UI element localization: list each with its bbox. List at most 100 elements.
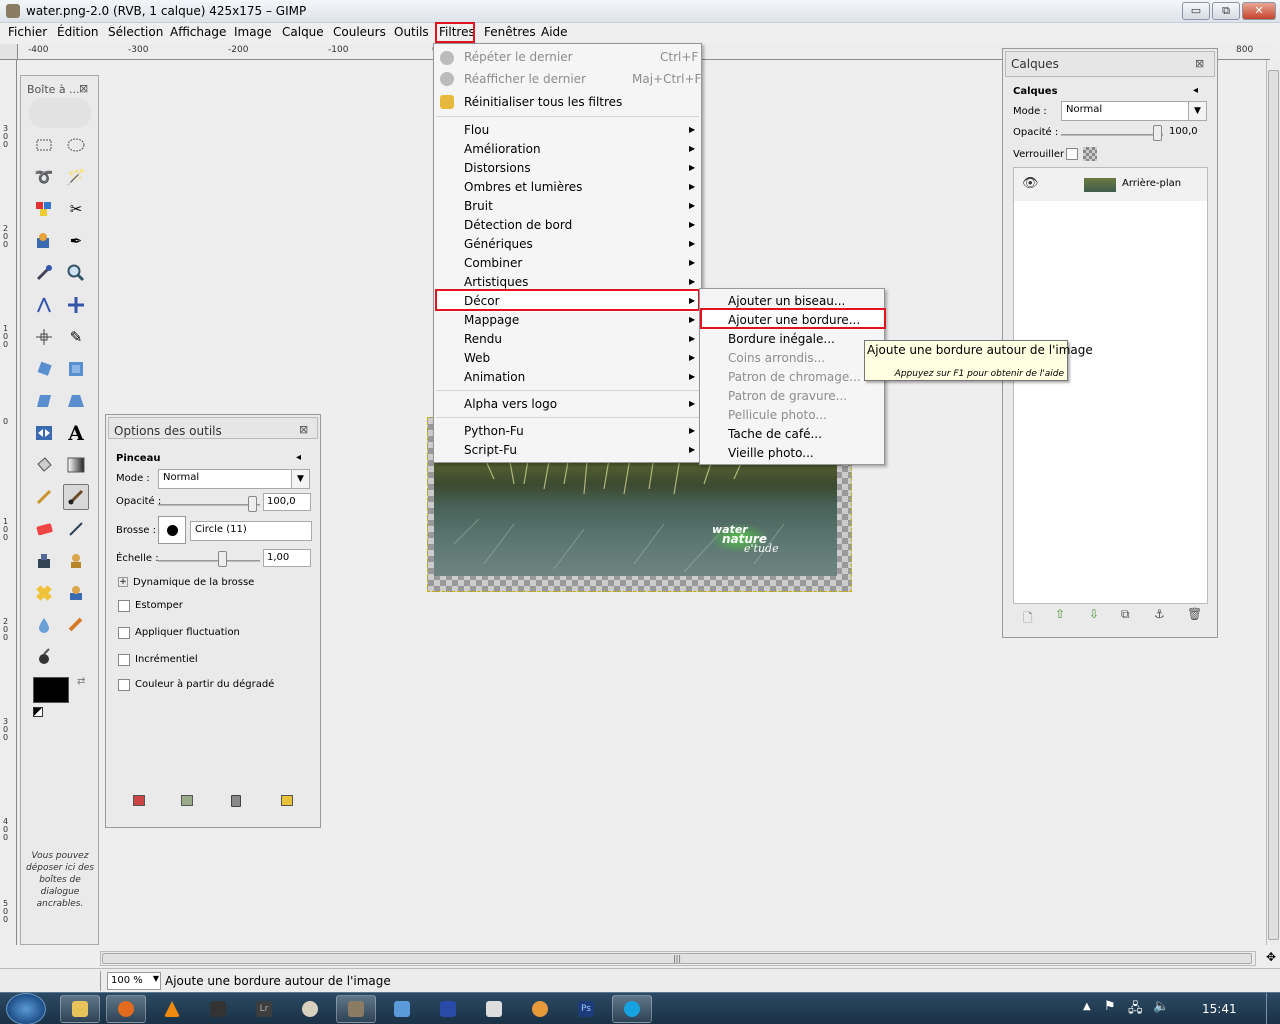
menu-fenetres[interactable]: Fenêtres (484, 25, 536, 39)
taskbar-firefox[interactable] (106, 995, 146, 1023)
menu-item-round-corners[interactable]: Coins arrondis... (728, 351, 825, 365)
vertical-scrollbar[interactable] (1266, 60, 1280, 945)
taskbar-calculator[interactable] (474, 995, 514, 1023)
menu-item-repeat-last[interactable]: Répéter le dernier (464, 50, 573, 64)
menu-item-ombres[interactable]: Ombres et lumières (464, 180, 582, 194)
taskbar-skype[interactable] (612, 995, 652, 1023)
opacity-spinbox[interactable]: 100,0 (263, 493, 311, 511)
menu-edition[interactable]: Édition (57, 25, 99, 39)
rect-select-icon[interactable] (31, 132, 57, 158)
brush-name-field[interactable]: Circle (11) (190, 521, 312, 541)
raise-layer-icon[interactable]: ⇧ (1055, 607, 1065, 621)
smudge-icon[interactable] (63, 612, 89, 638)
text-tool-icon[interactable]: A (63, 420, 89, 446)
menu-item-bevel[interactable]: Ajouter un biseau... (728, 294, 845, 308)
lasso-icon[interactable]: ➰ (31, 164, 57, 190)
gradient-color-checkbox[interactable] (118, 679, 130, 691)
lock-alpha-icon[interactable] (1083, 147, 1097, 161)
fade-checkbox[interactable] (118, 600, 130, 612)
paintbrush-icon[interactable] (63, 484, 89, 510)
menu-item-reshow-last[interactable]: Réafficher le dernier (464, 72, 586, 86)
close-button[interactable]: ✕ (1242, 2, 1276, 20)
align-icon[interactable] (31, 324, 57, 350)
menu-fichier[interactable]: Fichier (8, 25, 47, 39)
menu-item-combiner[interactable]: Combiner (464, 256, 522, 270)
ink-icon[interactable] (31, 548, 57, 574)
heal-icon[interactable] (31, 580, 57, 606)
measure-icon[interactable] (31, 292, 57, 318)
color-picker-icon[interactable] (31, 260, 57, 286)
opacity-slider-handle[interactable] (248, 496, 257, 512)
tray-flag-icon[interactable]: ⚑ (1104, 999, 1116, 1014)
maximize-button[interactable]: ⧉ (1212, 2, 1240, 20)
menu-item-coffee-stain[interactable]: Tache de café... (728, 427, 822, 441)
start-button[interactable] (6, 993, 46, 1024)
incremental-checkbox[interactable] (118, 654, 130, 666)
brush-preview-button[interactable] (158, 516, 186, 544)
zoom-icon[interactable] (63, 260, 89, 286)
menu-outils[interactable]: Outils (394, 25, 429, 39)
menu-selection[interactable]: Sélection (108, 25, 163, 39)
save-options-icon[interactable] (133, 795, 145, 806)
tray-volume-icon[interactable]: 🔈 (1153, 999, 1169, 1014)
menu-item-web[interactable]: Web (464, 351, 490, 365)
navigate-icon[interactable]: ✥ (1262, 950, 1280, 968)
layers-opacity-spinbox[interactable]: 100,0 (1166, 124, 1209, 142)
options-menu-icon[interactable]: ◂ (296, 452, 301, 463)
toolbox-close-icon[interactable]: ⊠ (79, 82, 88, 95)
menu-item-rendu[interactable]: Rendu (464, 332, 502, 346)
shear-icon[interactable] (31, 388, 57, 414)
pencil-icon[interactable] (31, 484, 57, 510)
menu-item-distorsions[interactable]: Distorsions (464, 161, 531, 175)
taskbar-explorer[interactable] (60, 995, 100, 1023)
tray-network-icon[interactable]: 🖧 (1128, 999, 1143, 1021)
delete-layer-icon[interactable]: 🗑 (1187, 607, 1202, 621)
menu-item-artistiques[interactable]: Artistiques (464, 275, 528, 289)
menu-item-bruit[interactable]: Bruit (464, 199, 493, 213)
minimize-button[interactable]: ▭ (1182, 2, 1210, 20)
menu-affichage[interactable]: Affichage (170, 25, 226, 39)
menu-item-slide[interactable]: Pellicule photo... (728, 408, 827, 422)
taskbar-clock[interactable]: 15:41 (1202, 1002, 1237, 1016)
move-icon[interactable] (63, 292, 89, 318)
menu-item-old-photo[interactable]: Vieille photo... (728, 446, 814, 460)
reset-options-icon[interactable] (281, 795, 293, 806)
scissors-icon[interactable]: ✂ (63, 196, 89, 222)
color-select-icon[interactable] (31, 196, 57, 222)
menu-item-python-fu[interactable]: Python-Fu (464, 424, 524, 438)
magic-wand-icon[interactable]: 🪄 (63, 164, 89, 190)
swap-colors-icon[interactable]: ⇄ (77, 676, 85, 687)
flip-icon[interactable] (31, 420, 57, 446)
foreground-select-icon[interactable] (31, 228, 57, 254)
restore-options-icon[interactable] (181, 795, 193, 806)
delete-options-icon[interactable] (231, 795, 241, 807)
tray-chevron-icon[interactable]: ▲ (1083, 1001, 1091, 1012)
layer-row[interactable]: 👁 Arrière-plan (1014, 168, 1207, 201)
menu-item-amelioration[interactable]: Amélioration (464, 142, 541, 156)
taskbar-app-camera[interactable] (198, 995, 238, 1023)
menu-item-engrave[interactable]: Patron de gravure... (728, 389, 847, 403)
perspective-clone-icon[interactable] (63, 580, 89, 606)
duplicate-layer-icon[interactable]: ⧉ (1121, 607, 1130, 622)
show-desktop-button[interactable] (1266, 993, 1280, 1024)
taskbar-vlc[interactable] (152, 995, 192, 1023)
layers-menu-icon[interactable]: ◂ (1193, 85, 1198, 96)
perspective-icon[interactable] (63, 388, 89, 414)
horizontal-scrollbar[interactable]: ||| (100, 951, 1256, 966)
layers-mode-select[interactable]: Normal ▼ (1061, 101, 1207, 121)
menu-image[interactable]: Image (234, 25, 272, 39)
paths-icon[interactable]: ✒ (63, 228, 89, 254)
foreground-color-swatch[interactable] (33, 677, 69, 703)
menu-item-generiques[interactable]: Génériques (464, 237, 533, 251)
menu-item-script-fu[interactable]: Script-Fu (464, 443, 517, 457)
menu-item-alpha-logo[interactable]: Alpha vers logo (464, 397, 557, 411)
tool-options-close-icon[interactable]: ⊠ (299, 423, 308, 436)
zoom-select[interactable]: 100 % ▼ (107, 972, 161, 990)
anchor-layer-icon[interactable]: ⚓ (1154, 607, 1165, 621)
layers-opacity-slider[interactable] (1061, 134, 1163, 136)
mode-select[interactable]: Normal ▼ (158, 469, 310, 489)
menu-calque[interactable]: Calque (282, 25, 324, 39)
taskbar-lightroom[interactable]: Lr (244, 995, 284, 1023)
menu-item-detection-bord[interactable]: Détection de bord (464, 218, 572, 232)
taskbar-save[interactable] (428, 995, 468, 1023)
